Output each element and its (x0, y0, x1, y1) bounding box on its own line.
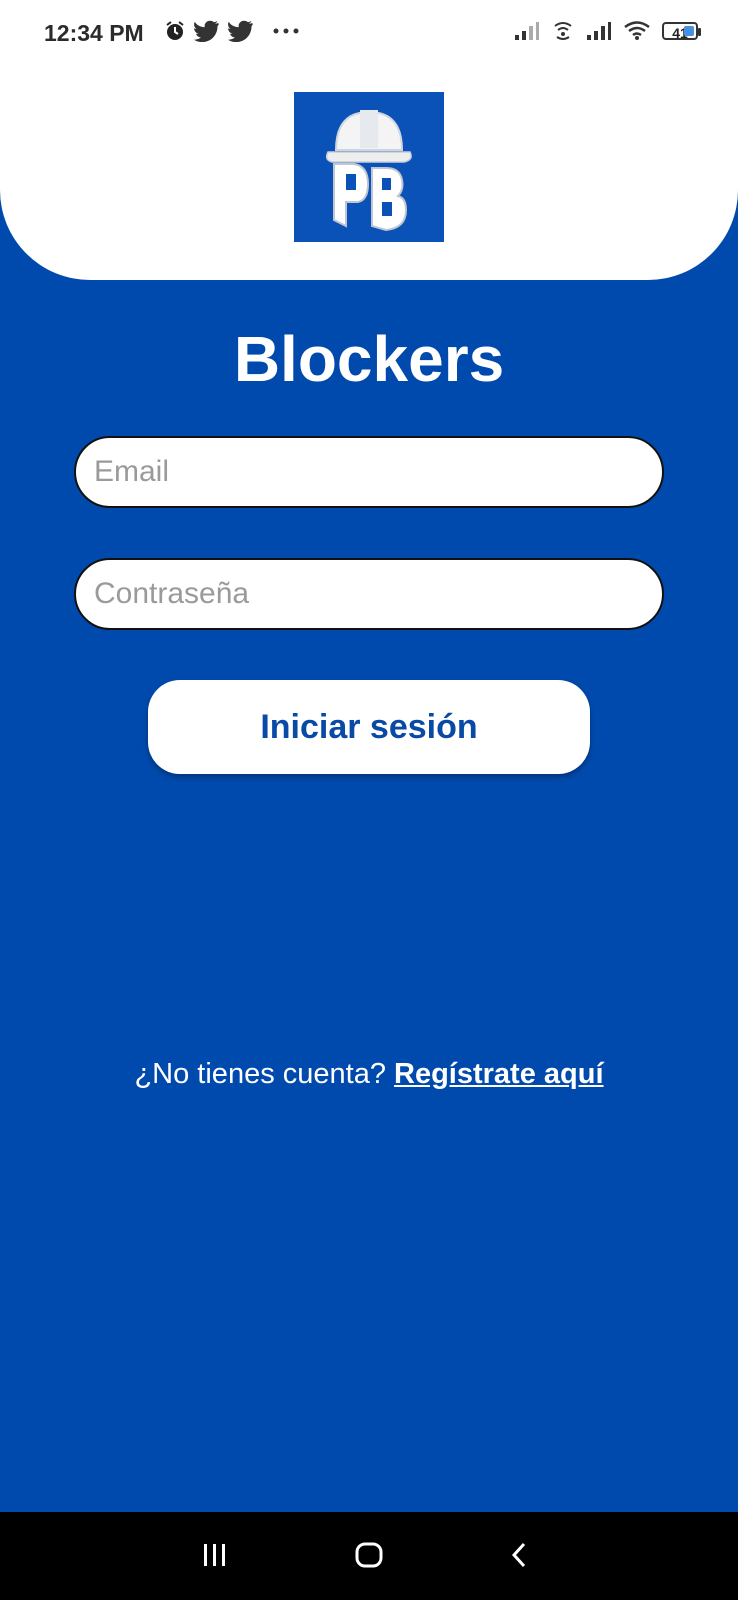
more-icon (273, 28, 299, 34)
signup-prompt: ¿No tienes cuenta? (134, 1058, 395, 1090)
app-logo (294, 92, 444, 242)
status-right-icons: 41 (514, 20, 701, 42)
twitter-icon (228, 20, 253, 42)
signup-row: ¿No tienes cuenta? Regístrate aquí (0, 1058, 738, 1091)
home-icon[interactable] (354, 1540, 384, 1570)
signal-icon (515, 22, 539, 40)
status-time: 12:34 PM (44, 20, 144, 46)
navigation-bar (0, 1512, 738, 1600)
login-button[interactable]: Iniciar sesión (148, 680, 590, 774)
back-icon[interactable] (508, 1540, 530, 1570)
battery-indicator: 41 (662, 22, 701, 41)
alarm-icon (166, 21, 184, 40)
signal-icon (587, 22, 611, 40)
pb-helmet-logo-icon (325, 110, 412, 232)
twitter-icon (194, 20, 219, 42)
email-field[interactable] (74, 436, 664, 508)
recents-icon[interactable] (202, 1540, 228, 1570)
hotspot-icon (554, 22, 572, 40)
password-field[interactable] (74, 558, 664, 630)
signup-link[interactable]: Regístrate aquí (394, 1058, 604, 1090)
wifi-icon (624, 21, 650, 40)
app-title: Blockers (233, 323, 505, 395)
status-left-icons (164, 20, 300, 42)
